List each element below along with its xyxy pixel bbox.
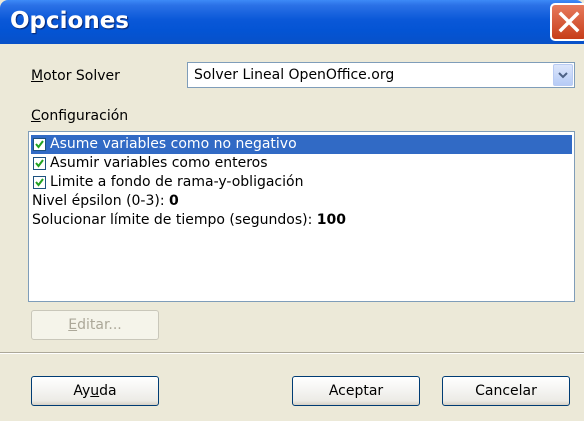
- option-label: Limite a fondo de rama-y-obligación: [50, 174, 304, 190]
- solver-engine-select[interactable]: Solver Lineal OpenOffice.org: [187, 62, 575, 88]
- edit-button[interactable]: Editar...: [31, 310, 159, 340]
- ok-button[interactable]: Aceptar: [292, 376, 420, 406]
- solver-engine-value: Solver Lineal OpenOffice.org: [194, 67, 395, 83]
- option-nonnegative[interactable]: Asume variables como no negativo: [31, 135, 572, 154]
- close-button[interactable]: [550, 3, 584, 41]
- epsilon-level-row[interactable]: Nivel épsilon (0-3): 0: [32, 192, 179, 211]
- checkmark-icon: [35, 159, 44, 168]
- options-dialog: Opciones Motor Solver Solver Lineal Open…: [0, 0, 584, 421]
- configuration-label: Configuración: [31, 108, 129, 124]
- time-limit-value: 100: [316, 212, 346, 228]
- epsilon-label: Nivel épsilon (0-3):: [32, 193, 170, 209]
- checkmark-icon: [35, 178, 44, 187]
- motor-solver-label: Motor Solver: [31, 68, 120, 84]
- time-limit-row[interactable]: Solucionar límite de tiempo (segundos): …: [32, 211, 346, 230]
- separator: [0, 352, 584, 354]
- checkbox-nonnegative[interactable]: [33, 138, 46, 151]
- cancel-button[interactable]: Cancelar: [442, 376, 570, 406]
- checkbox-integers[interactable]: [33, 157, 46, 170]
- checkbox-branch-bound[interactable]: [33, 176, 46, 189]
- option-label: Asume variables como no negativo: [50, 136, 297, 152]
- settings-list[interactable]: Asume variables como no negativo Asumir …: [28, 131, 575, 302]
- chevron-down-icon: [558, 72, 568, 79]
- help-button[interactable]: Ayuda: [31, 376, 159, 406]
- dropdown-button[interactable]: [553, 64, 573, 86]
- option-branch-bound[interactable]: Limite a fondo de rama-y-obligación: [31, 173, 572, 192]
- dialog-title: Opciones: [10, 8, 129, 34]
- epsilon-value: 0: [169, 193, 179, 209]
- title-bar[interactable]: Opciones: [0, 0, 584, 44]
- option-label: Asumir variables como enteros: [50, 155, 268, 171]
- option-integers[interactable]: Asumir variables como enteros: [31, 154, 572, 173]
- checkmark-icon: [35, 140, 44, 149]
- close-icon: [558, 11, 580, 33]
- time-limit-label: Solucionar límite de tiempo (segundos):: [32, 212, 317, 228]
